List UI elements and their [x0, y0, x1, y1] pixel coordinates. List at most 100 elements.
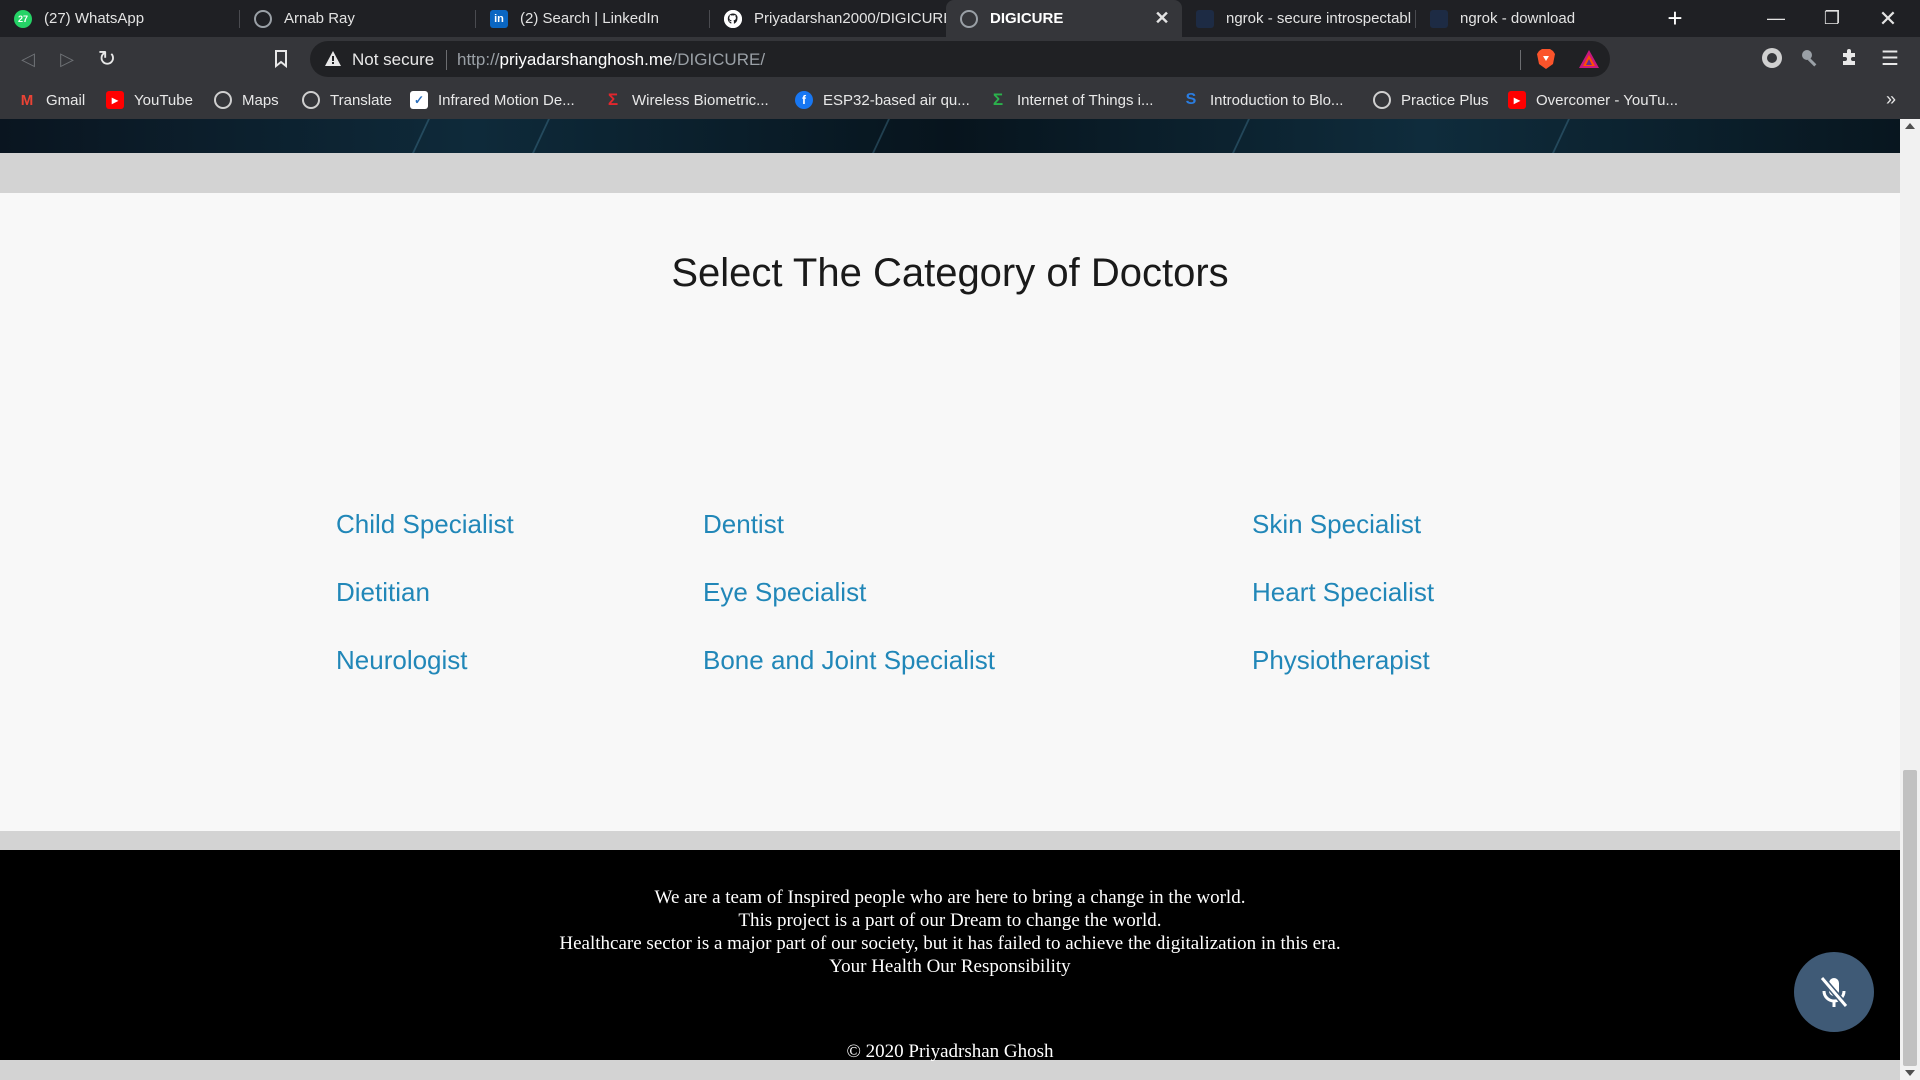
menu-icon[interactable]: ☰	[1878, 47, 1902, 71]
tab-linkedin[interactable]: in (2) Search | LinkedIn	[476, 0, 710, 37]
copyright: © 2020 Priyadrshan Ghosh	[846, 1041, 1054, 1062]
facebook-icon: f	[795, 91, 813, 109]
brave-shields-icon[interactable]	[1536, 48, 1556, 70]
category-link-bone-and-joint-specialist[interactable]: Bone and Joint Specialist	[703, 645, 995, 676]
s-icon: S	[1185, 91, 1197, 108]
page-scrollbar[interactable]	[1900, 119, 1920, 1080]
whatsapp-icon: 27	[14, 9, 32, 28]
tab-title: Priyadarshan2000/DIGICURE	[754, 10, 946, 27]
category-link-dentist[interactable]: Dentist	[703, 509, 784, 540]
category-link-physiotherapist[interactable]: Physiotherapist	[1252, 645, 1430, 676]
forward-icon[interactable]: ▷	[52, 44, 82, 74]
bookmark-esp32[interactable]: f ESP32-based air qu...	[795, 81, 970, 119]
category-link-skin-specialist[interactable]: Skin Specialist	[1252, 509, 1421, 540]
bookmark-gmail[interactable]: M Gmail	[18, 81, 85, 119]
tab-strip: 27 (27) WhatsApp Arnab Ray in (2) Search…	[0, 0, 1920, 37]
ngrok-icon	[1430, 9, 1448, 28]
mic-off-icon	[1819, 976, 1849, 1008]
bookmark-blockchain[interactable]: S Introduction to Blo...	[1182, 81, 1344, 119]
bookmark-label: Practice Plus	[1401, 91, 1489, 109]
bookmark-overcomer[interactable]: ▶ Overcomer - YouTu...	[1508, 81, 1678, 119]
category-link-dietitian[interactable]: Dietitian	[336, 577, 430, 608]
url-host: priyadarshanghosh.me	[499, 50, 673, 69]
bookmark-label: Wireless Biometric...	[632, 91, 769, 109]
bookmark-label: Internet of Things i...	[1017, 91, 1154, 109]
category-link-heart-specialist[interactable]: Heart Specialist	[1252, 577, 1434, 608]
youtube-icon: ▶	[106, 91, 124, 109]
bookmark-label: Gmail	[46, 91, 86, 109]
bookmark-icon[interactable]	[266, 44, 296, 74]
globe-icon	[960, 9, 978, 28]
github-icon	[724, 9, 742, 28]
tab-github[interactable]: Priyadarshan2000/DIGICURE	[710, 0, 946, 37]
address-bar[interactable]: Not secure http://priyadarshanghosh.me/D…	[310, 41, 1610, 77]
bookmark-translate[interactable]: Translate	[302, 81, 392, 119]
globe-icon	[302, 91, 320, 109]
footer: We are a team of Inspired people who are…	[0, 850, 1900, 1062]
bookmark-iot[interactable]: Σ Internet of Things i...	[989, 81, 1154, 119]
footer-line: This project is a part of our Dream to c…	[738, 910, 1162, 931]
bookmarks-overflow-icon[interactable]: »	[1886, 89, 1896, 110]
bookmark-youtube[interactable]: ▶ YouTube	[106, 81, 193, 119]
bookmark-label: Translate	[330, 91, 392, 109]
browser-toolbar: ◁ ▷ ↻ Not secure http://priyadarshanghos…	[0, 37, 1920, 81]
globe-icon	[254, 9, 272, 28]
scrollbar-thumb[interactable]	[1903, 770, 1917, 1066]
footer-about: We are a team of Inspired people who are…	[0, 886, 1900, 978]
tab-title: DIGICURE	[990, 10, 1064, 27]
category-link-eye-specialist[interactable]: Eye Specialist	[703, 577, 866, 608]
minimize-icon[interactable]: —	[1748, 0, 1804, 37]
category-section: Select The Category of Doctors Child Spe…	[0, 193, 1900, 831]
category-link-neurologist[interactable]: Neurologist	[336, 645, 468, 676]
scroll-up-icon[interactable]	[1905, 123, 1915, 129]
tab-title: (27) WhatsApp	[44, 10, 145, 27]
close-tab-icon[interactable]: ✕	[1152, 8, 1172, 28]
extensions-icon[interactable]	[1838, 47, 1862, 71]
category-link-child-specialist[interactable]: Child Specialist	[336, 509, 514, 540]
footer-line: We are a team of Inspired people who are…	[654, 887, 1246, 908]
close-window-icon[interactable]: ✕	[1860, 0, 1916, 37]
profile-extension-icon[interactable]	[1760, 47, 1784, 71]
bookmark-label: Maps	[242, 91, 279, 109]
bookmark-practice-plus[interactable]: Practice Plus	[1373, 81, 1489, 119]
youtube-icon: ▶	[1508, 91, 1526, 109]
tab-title: ngrok - secure introspectabl	[1226, 10, 1412, 27]
brave-rewards-icon[interactable]	[1578, 49, 1600, 69]
linkedin-icon: in	[490, 9, 508, 28]
tab-arnab-ray[interactable]: Arnab Ray	[240, 0, 476, 37]
bookmark-maps[interactable]: Maps	[214, 81, 279, 119]
tab-title: Arnab Ray	[284, 10, 355, 27]
reload-icon[interactable]: ↻	[92, 44, 122, 74]
back-icon[interactable]: ◁	[13, 44, 43, 74]
new-tab-button[interactable]: +	[1660, 4, 1690, 34]
security-status[interactable]: Not secure	[352, 50, 434, 70]
check-icon: ✓	[410, 91, 428, 109]
sigma-icon: Σ	[992, 90, 1004, 109]
footer-tagline: Your Health Our Responsibility	[829, 956, 1071, 977]
bookmark-label: Introduction to Blo...	[1210, 91, 1344, 109]
key-extension-icon[interactable]	[1798, 47, 1822, 71]
tab-title: (2) Search | LinkedIn	[520, 10, 659, 27]
sigma-icon: Σ	[607, 90, 619, 109]
tab-title: ngrok - download	[1460, 10, 1576, 27]
voice-assistant-button[interactable]	[1794, 952, 1874, 1032]
page-viewport: Select The Category of Doctors Child Spe…	[0, 119, 1900, 1080]
tab-digicure[interactable]: DIGICURE ✕	[946, 0, 1182, 37]
scroll-down-icon[interactable]	[1905, 1070, 1915, 1076]
bookmark-wireless[interactable]: Σ Wireless Biometric...	[604, 81, 769, 119]
url-scheme: http://	[457, 50, 500, 69]
bookmark-label: Overcomer - YouTu...	[1536, 91, 1679, 109]
bookmark-label: Infrared Motion De...	[438, 91, 575, 109]
url-text[interactable]: http://priyadarshanghosh.me/DIGICURE/	[457, 50, 765, 70]
tab-whatsapp[interactable]: 27 (27) WhatsApp	[0, 0, 240, 37]
bookmark-infrared[interactable]: ✓ Infrared Motion De...	[410, 81, 575, 119]
page-title: Select The Category of Doctors	[671, 251, 1229, 295]
footer-line: Healthcare sector is a major part of our…	[559, 933, 1341, 954]
restore-icon[interactable]: ❐	[1804, 0, 1860, 37]
globe-icon	[1373, 91, 1391, 109]
gmail-icon: M	[20, 91, 34, 109]
tab-ngrok-download[interactable]: ngrok - download	[1416, 0, 1648, 37]
warning-icon	[325, 51, 341, 66]
url-path: /DIGICURE/	[672, 50, 766, 69]
tab-ngrok-secure[interactable]: ngrok - secure introspectabl	[1182, 0, 1416, 37]
